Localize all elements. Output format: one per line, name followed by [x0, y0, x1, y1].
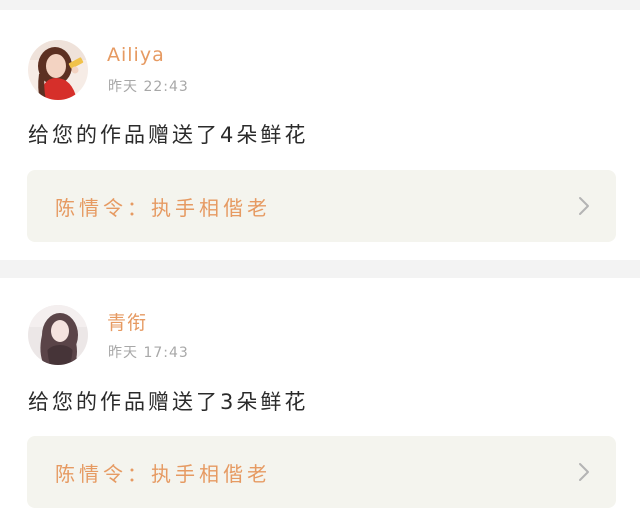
gift-notification-feed: Ailiya 昨天 22:43 给您的作品赠送了4朵鲜花 陈情令：执手相偕老 青…: [0, 0, 640, 528]
chevron-right-icon: [579, 197, 589, 215]
work-link[interactable]: 陈情令：执手相偕老: [27, 170, 616, 242]
avatar[interactable]: [28, 305, 88, 365]
timestamp: 昨天 17:43: [108, 345, 189, 361]
notification-card: 青衔 昨天 17:43 给您的作品赠送了3朵鲜花 陈情令：执手相偕老: [0, 278, 640, 528]
username[interactable]: Ailiya: [107, 44, 165, 66]
chevron-right-icon: [579, 463, 589, 481]
username[interactable]: 青衔: [107, 308, 147, 335]
work-link[interactable]: 陈情令：执手相偕老: [27, 436, 616, 508]
avatar-girl-long-hair-icon: [28, 305, 88, 365]
work-title: 陈情令：执手相偕老: [55, 196, 271, 220]
timestamp: 昨天 22:43: [108, 79, 189, 95]
gift-message: 给您的作品赠送了3朵鲜花: [28, 390, 309, 414]
avatar[interactable]: [28, 40, 88, 100]
notification-card: Ailiya 昨天 22:43 给您的作品赠送了4朵鲜花 陈情令：执手相偕老: [0, 10, 640, 260]
gift-message: 给您的作品赠送了4朵鲜花: [28, 123, 309, 147]
avatar-girl-red-outfit-icon: [28, 40, 88, 100]
work-title: 陈情令：执手相偕老: [55, 462, 271, 486]
